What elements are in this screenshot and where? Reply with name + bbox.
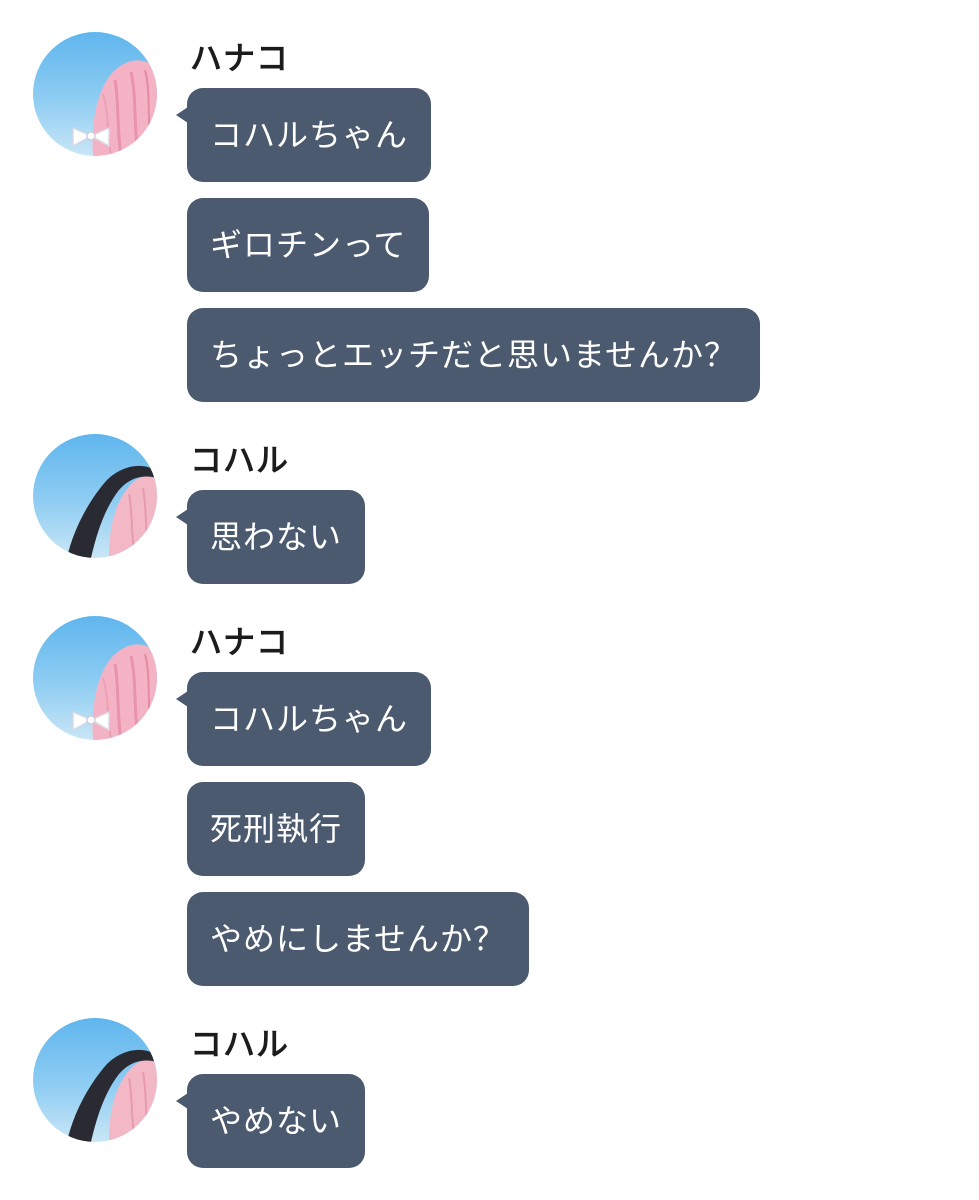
message-bubble[interactable]: コハルちゃん [175, 88, 432, 182]
sender-name: ハナコ [190, 39, 290, 77]
koharu-avatar[interactable] [33, 434, 157, 558]
sender-name: コハル [190, 441, 290, 479]
message-bubble[interactable]: コハルちゃん [175, 672, 432, 766]
sender-name: ハナコ [190, 623, 290, 661]
message-bubble[interactable]: 死刑執行 [187, 782, 366, 876]
hanako-avatar[interactable] [33, 32, 157, 156]
sender-name: コハル [190, 1025, 290, 1063]
message-bubble[interactable]: ちょっとエッチだと思いませんか？ [187, 308, 761, 402]
message-bubble[interactable]: 思わない [175, 490, 366, 584]
message-bubble[interactable]: やめない [175, 1074, 366, 1168]
chat-log: ハナコ コハルちゃん ギロチンって ちょっとエッチだと思いませんか？ コハル 思… [0, 0, 979, 1200]
hanako-avatar[interactable] [33, 616, 157, 740]
message-bubble[interactable]: ギロチンって [187, 198, 430, 292]
message-bubble[interactable]: やめにしませんか？ [187, 892, 530, 986]
koharu-avatar[interactable] [33, 1018, 157, 1142]
